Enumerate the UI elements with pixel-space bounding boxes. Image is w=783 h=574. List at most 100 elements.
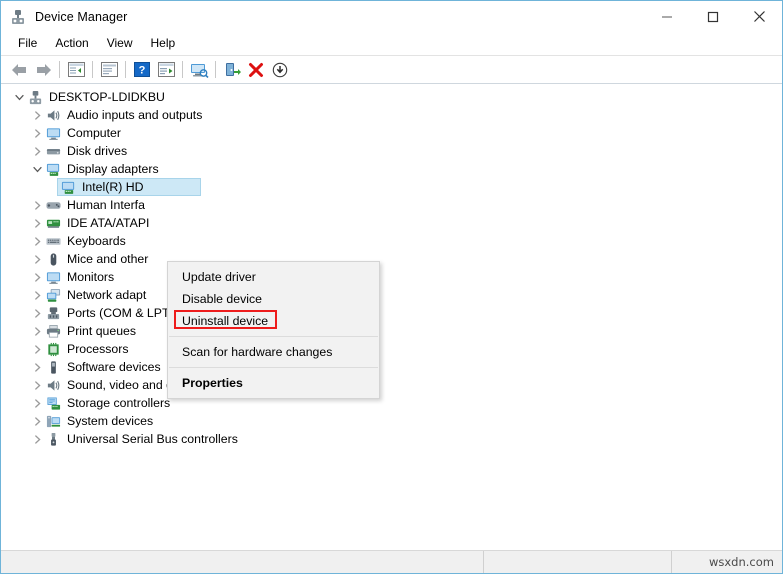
tree-node-label: Audio inputs and outputs xyxy=(67,108,203,122)
menu-bar: File Action View Help xyxy=(1,32,782,56)
menu-file[interactable]: File xyxy=(9,33,46,54)
chevron-right-icon[interactable] xyxy=(29,430,45,448)
tree-node-network-adapters[interactable]: Network adapt xyxy=(1,286,782,304)
chevron-right-icon[interactable] xyxy=(29,340,45,358)
ctx-uninstall-device[interactable]: Uninstall device xyxy=(168,310,379,332)
selection-highlight: Intel(R) HD xyxy=(57,178,201,196)
tree-node-monitors[interactable]: Monitors xyxy=(1,268,782,286)
update-driver-icon[interactable] xyxy=(154,58,178,81)
tree-node-mice-and-other-pointing-devices[interactable]: Mice and other xyxy=(1,250,782,268)
chevron-right-icon[interactable] xyxy=(29,232,45,250)
close-button[interactable] xyxy=(736,1,782,32)
software-device-icon xyxy=(45,359,61,375)
processor-icon xyxy=(45,341,61,357)
toolbar-separator-1 xyxy=(59,61,60,78)
forward-icon[interactable] xyxy=(31,58,55,81)
tree-node-print-queues[interactable]: Print queues xyxy=(1,322,782,340)
title-bar: Device Manager xyxy=(1,1,782,32)
disable-device-icon[interactable] xyxy=(268,58,292,81)
tree-node-label: Monitors xyxy=(67,270,115,284)
tree-node-universal-serial-bus-controllers[interactable]: Universal Serial Bus controllers xyxy=(1,430,782,448)
device-tree-panel[interactable]: DESKTOP-LDIDKBU Audio inputs and outputs xyxy=(1,84,782,550)
tree-node-software-devices[interactable]: Software devices xyxy=(1,358,782,376)
tree-node-processors[interactable]: Processors xyxy=(1,340,782,358)
tree-node-label: Disk drives xyxy=(67,144,128,158)
tree-node-root[interactable]: DESKTOP-LDIDKBU xyxy=(1,88,782,106)
tree-node-system-devices[interactable]: System devices xyxy=(1,412,782,430)
toolbar-separator-4 xyxy=(182,61,183,78)
chevron-right-icon[interactable] xyxy=(29,412,45,430)
tree-node-label: Keyboards xyxy=(67,234,126,248)
toolbar-separator-5 xyxy=(215,61,216,78)
device-tree: DESKTOP-LDIDKBU Audio inputs and outputs xyxy=(1,88,782,448)
help-icon[interactable]: ? xyxy=(130,58,154,81)
tree-node-display-adapters[interactable]: Display adapters xyxy=(1,160,782,178)
minimize-button[interactable] xyxy=(644,1,690,32)
ctx-disable-device[interactable]: Disable device xyxy=(168,288,379,310)
hid-icon xyxy=(45,197,61,213)
ctx-item-label: Update driver xyxy=(182,270,256,284)
chevron-right-icon[interactable] xyxy=(29,106,45,124)
tree-node-label: Storage controllers xyxy=(67,396,171,410)
uninstall-device-icon[interactable] xyxy=(244,58,268,81)
menu-help[interactable]: Help xyxy=(142,33,185,54)
tree-node-ports-com-lpt[interactable]: Ports (COM & LPT) xyxy=(1,304,782,322)
chevron-right-icon[interactable] xyxy=(29,250,45,268)
chevron-right-icon[interactable] xyxy=(29,268,45,286)
device-manager-icon xyxy=(10,9,26,25)
context-menu[interactable]: Update driver Disable device Uninstall d… xyxy=(167,261,380,399)
chevron-right-icon[interactable] xyxy=(29,322,45,340)
ctx-item-label: Uninstall device xyxy=(182,314,269,328)
disk-drive-icon xyxy=(45,143,61,159)
toolbar: ? xyxy=(1,56,782,84)
chevron-right-icon[interactable] xyxy=(29,124,45,142)
tree-node-label: Universal Serial Bus controllers xyxy=(67,432,238,446)
chevron-right-icon[interactable] xyxy=(29,304,45,322)
tree-node-storage-controllers[interactable]: Storage controllers xyxy=(1,394,782,412)
tree-node-label: Computer xyxy=(67,126,121,140)
scan-for-hardware-changes-icon[interactable] xyxy=(187,58,211,81)
menu-action[interactable]: Action xyxy=(46,33,97,54)
keyboard-icon xyxy=(45,233,61,249)
display-adapter-icon xyxy=(60,179,76,195)
port-icon xyxy=(45,305,61,321)
tree-node-disk-drives[interactable]: Disk drives xyxy=(1,142,782,160)
usb-icon xyxy=(45,431,61,447)
show-hide-console-tree-icon[interactable] xyxy=(64,58,88,81)
ctx-properties[interactable]: Properties xyxy=(168,372,379,394)
chevron-right-icon[interactable] xyxy=(29,394,45,412)
tree-node-keyboards[interactable]: Keyboards xyxy=(1,232,782,250)
enable-device-icon[interactable] xyxy=(220,58,244,81)
status-bar-main-pane xyxy=(1,551,483,573)
tree-node-computer[interactable]: Computer xyxy=(1,124,782,142)
properties-icon[interactable] xyxy=(97,58,121,81)
tree-node-sound-video-and-game-controllers[interactable]: Sound, video and game controllers xyxy=(1,376,782,394)
maximize-button[interactable] xyxy=(690,1,736,32)
toolbar-separator-2 xyxy=(92,61,93,78)
tree-node-human-interface-devices[interactable]: Human Interfa xyxy=(1,196,782,214)
system-device-icon xyxy=(45,413,61,429)
back-icon[interactable] xyxy=(7,58,31,81)
speaker-icon xyxy=(45,377,61,393)
chevron-right-icon[interactable] xyxy=(29,142,45,160)
network-adapter-icon xyxy=(45,287,61,303)
ctx-update-driver[interactable]: Update driver xyxy=(168,266,379,288)
tree-node-intel-hd[interactable]: Intel(R) HD xyxy=(1,178,782,196)
tree-node-ide-ata-atapi-controllers[interactable]: IDE ATA/ATAPI xyxy=(1,214,782,232)
chevron-right-icon[interactable] xyxy=(29,358,45,376)
chevron-right-icon[interactable] xyxy=(29,286,45,304)
tree-node-label: Display adapters xyxy=(67,162,159,176)
context-menu-separator xyxy=(169,367,378,368)
chevron-down-icon[interactable] xyxy=(29,160,45,178)
window-title: Device Manager xyxy=(35,9,128,24)
chevron-right-icon[interactable] xyxy=(29,214,45,232)
ide-controller-icon xyxy=(45,215,61,231)
toolbar-separator-3 xyxy=(125,61,126,78)
tree-node-audio-inputs-and-outputs[interactable]: Audio inputs and outputs xyxy=(1,106,782,124)
tree-node-label: DESKTOP-LDIDKBU xyxy=(49,90,165,104)
chevron-right-icon[interactable] xyxy=(29,376,45,394)
menu-view[interactable]: View xyxy=(98,33,142,54)
ctx-scan-for-hardware-changes[interactable]: Scan for hardware changes xyxy=(168,341,379,363)
chevron-right-icon[interactable] xyxy=(29,196,45,214)
chevron-down-icon[interactable] xyxy=(11,88,27,106)
